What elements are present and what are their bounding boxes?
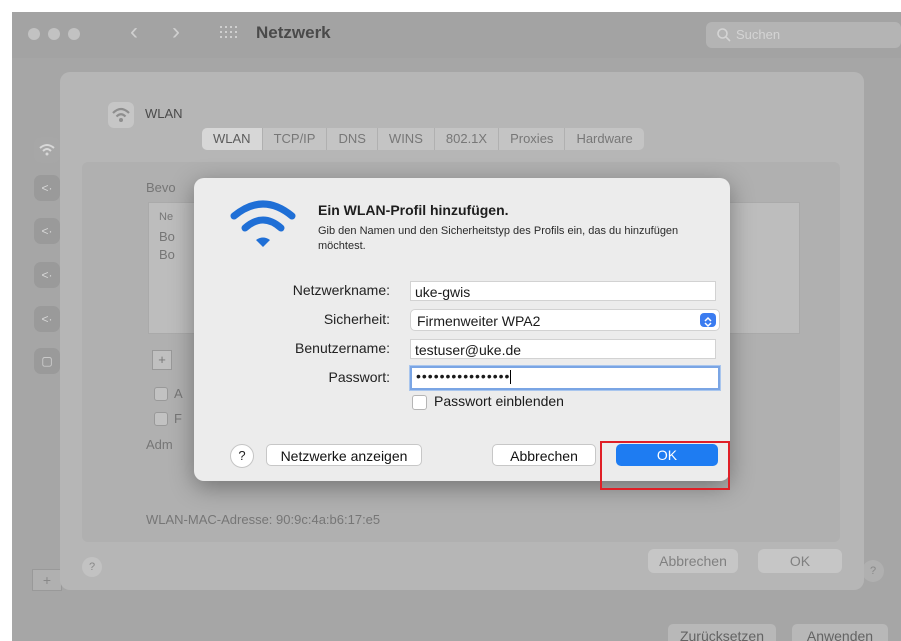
checkbox-label: A xyxy=(174,386,183,401)
wifi-icon xyxy=(108,102,134,128)
show-password-checkbox[interactable] xyxy=(412,395,427,410)
mac-address-label: WLAN-MAC-Adresse: 90:9c:4a:b6:17:e5 xyxy=(146,512,380,527)
mac-address-value: 90:9c:4a:b6:17:e5 xyxy=(276,512,381,527)
network-name-label: Netzwerkname: xyxy=(292,282,390,298)
dialog-title: Ein WLAN-Profil hinzufügen. xyxy=(318,202,509,218)
checkbox[interactable] xyxy=(154,387,168,401)
minimize-window-button[interactable] xyxy=(48,28,60,40)
dialog-description: Gib den Namen und den Sicherheitstyp des… xyxy=(318,225,679,252)
chevron-up-down-icon xyxy=(700,313,716,328)
sidebar-ethernet-icon[interactable]: <· xyxy=(34,218,60,244)
checkbox-label: F xyxy=(174,411,182,426)
admin-label: Adm xyxy=(146,437,173,452)
app-window: ‹ › Netzwerk Suchen <· <· <· <· ▢ + ? WL… xyxy=(12,12,901,641)
sheet-title: WLAN xyxy=(145,106,183,121)
reset-button[interactable]: Zurücksetzen xyxy=(668,624,776,641)
sheet-cancel-button[interactable]: Abbrechen xyxy=(648,549,738,573)
text-cursor xyxy=(510,370,512,385)
password-masked-value: •••••••••••••••• xyxy=(416,368,511,384)
list-header: Ne xyxy=(159,211,174,223)
background-help-button[interactable]: ? xyxy=(862,560,884,582)
title-bar: ‹ › Netzwerk Suchen xyxy=(12,12,901,58)
security-select[interactable]: Firmenweiter WPA2 xyxy=(410,309,720,331)
sidebar-ethernet-icon[interactable]: <· xyxy=(34,306,60,332)
tab-hardware[interactable]: Hardware xyxy=(565,128,643,150)
add-network-button[interactable]: + xyxy=(152,350,172,370)
checkbox[interactable] xyxy=(154,412,168,426)
list-item[interactable]: Bo xyxy=(159,247,175,262)
sheet-ok-button[interactable]: OK xyxy=(758,549,842,573)
wifi-icon xyxy=(230,200,296,247)
search-field[interactable]: Suchen xyxy=(706,22,901,48)
apply-button[interactable]: Anwenden xyxy=(792,624,888,641)
network-name-field[interactable]: uke-gwis xyxy=(410,281,716,301)
back-button[interactable]: ‹ xyxy=(130,20,138,44)
search-placeholder: Suchen xyxy=(736,27,781,42)
security-selected-value: Firmenweiter WPA2 xyxy=(417,313,541,329)
cancel-button[interactable]: Abbrechen xyxy=(492,444,596,466)
tab-wins[interactable]: WINS xyxy=(378,128,435,150)
show-all-grid-icon[interactable] xyxy=(220,26,238,40)
sidebar-lock-icon[interactable]: ▢ xyxy=(34,348,60,374)
show-password-label[interactable]: Passwort einblenden xyxy=(434,393,564,409)
sidebar-ethernet-icon[interactable]: <· xyxy=(34,175,60,201)
preferred-networks-label: Bevo xyxy=(146,180,176,195)
close-window-button[interactable] xyxy=(28,28,40,40)
highlight-annotation-box xyxy=(600,441,730,490)
password-field[interactable]: •••••••••••••••• xyxy=(410,366,720,390)
forward-button[interactable]: › xyxy=(172,20,180,44)
tab-tcpip[interactable]: TCP/IP xyxy=(263,128,328,150)
zoom-window-button[interactable] xyxy=(68,28,80,40)
tab-8021x[interactable]: 802.1X xyxy=(435,128,500,150)
tab-dns[interactable]: DNS xyxy=(327,128,378,150)
window-title: Netzwerk xyxy=(256,23,331,42)
username-field[interactable]: testuser@uke.de xyxy=(410,339,716,359)
tab-wlan[interactable]: WLAN xyxy=(202,128,263,150)
sheet-tab-bar: WLAN TCP/IP DNS WINS 802.1X Proxies Hard… xyxy=(202,128,644,150)
help-button[interactable]: ? xyxy=(230,444,254,468)
security-label: Sicherheit: xyxy=(323,311,390,327)
sheet-help-button[interactable]: ? xyxy=(82,557,102,577)
add-service-button[interactable]: + xyxy=(32,569,62,591)
show-networks-button[interactable]: Netzwerke anzeigen xyxy=(266,444,422,466)
list-item[interactable]: Bo xyxy=(159,229,175,244)
sidebar-ethernet-icon[interactable]: <· xyxy=(34,262,60,288)
tab-proxies[interactable]: Proxies xyxy=(499,128,566,150)
password-label: Passwort: xyxy=(328,369,390,385)
add-wlan-profile-dialog: Ein WLAN-Profil hinzufügen. Gib den Name… xyxy=(194,178,730,481)
username-label: Benutzername: xyxy=(295,340,390,356)
search-icon xyxy=(717,28,731,42)
mac-address-caption: WLAN-MAC-Adresse: xyxy=(146,512,273,527)
sidebar-wifi-icon[interactable] xyxy=(34,137,60,163)
